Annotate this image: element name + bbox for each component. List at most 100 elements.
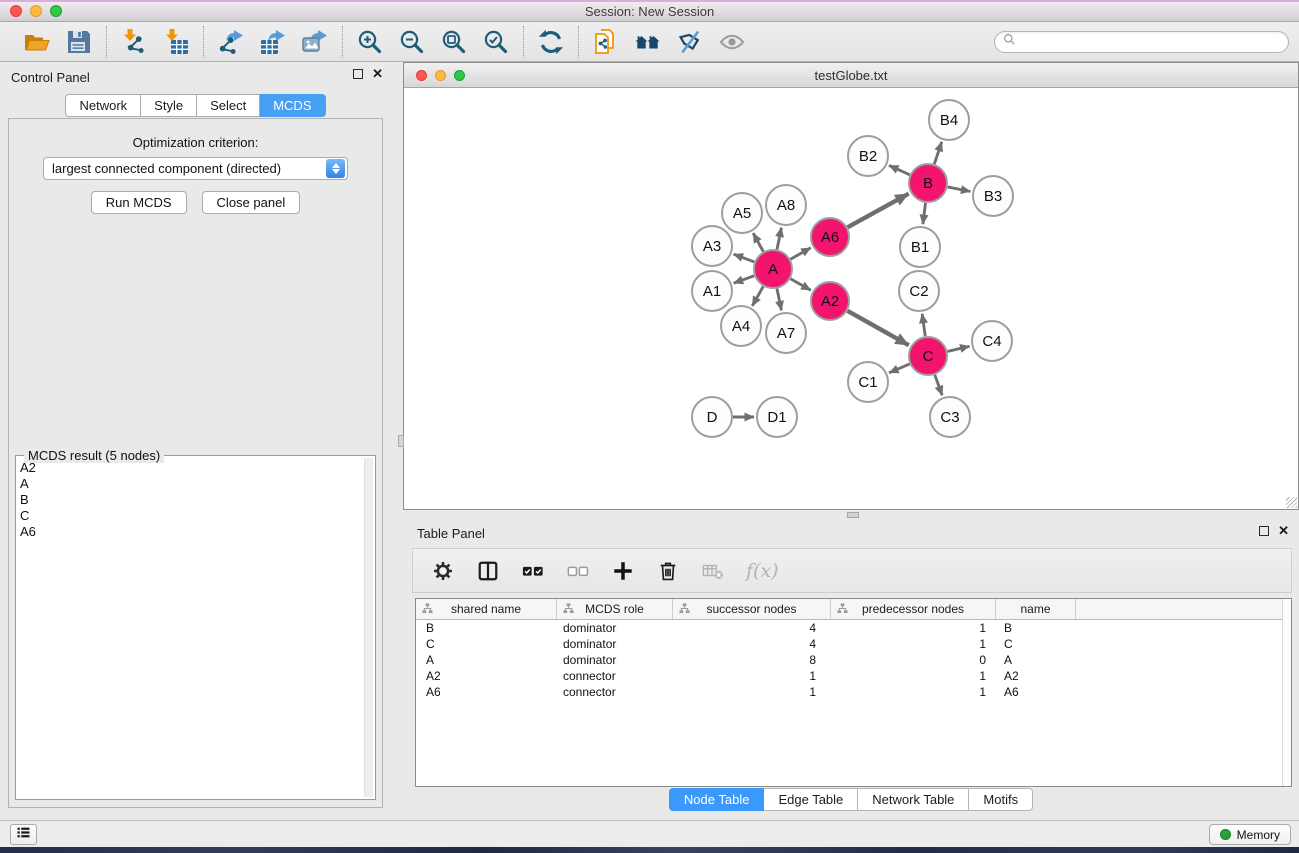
column-layout-icon[interactable] <box>476 559 500 583</box>
graph-edge[interactable] <box>889 165 910 174</box>
graph-node[interactable]: B1 <box>900 227 940 267</box>
table-row[interactable]: A6connector11A6 <box>416 684 1291 700</box>
graph-node[interactable]: A3 <box>692 226 732 266</box>
new-network-from-file-icon[interactable] <box>592 28 620 56</box>
export-image-icon[interactable] <box>301 28 329 56</box>
close-panel-button[interactable]: Close panel <box>202 191 301 214</box>
close-panel-icon[interactable]: ✕ <box>372 69 383 79</box>
cell-mcds_role[interactable]: dominator <box>557 637 673 651</box>
cell-shared_name[interactable]: A6 <box>416 685 557 699</box>
cell-mcds_role[interactable]: connector <box>557 685 673 699</box>
cell-shared_name[interactable]: A <box>416 653 557 667</box>
cell-successor_nodes[interactable]: 4 <box>673 637 831 651</box>
zoom-out-icon[interactable] <box>398 28 426 56</box>
cell-shared_name[interactable]: B <box>416 621 557 635</box>
cell-name[interactable]: A <box>996 653 1076 667</box>
cell-predecessor_nodes[interactable]: 1 <box>831 669 996 683</box>
horizontal-divider[interactable] <box>403 510 1299 520</box>
cell-successor_nodes[interactable]: 8 <box>673 653 831 667</box>
mcds-result-item[interactable]: C <box>20 508 361 524</box>
delete-column-icon[interactable] <box>656 559 680 583</box>
graph-edge[interactable] <box>947 346 969 351</box>
graph-node[interactable]: A4 <box>721 306 761 346</box>
graph-node[interactable]: B <box>909 164 947 202</box>
cell-mcds_role[interactable]: dominator <box>557 621 673 635</box>
cell-name[interactable]: A6 <box>996 685 1076 699</box>
open-file-icon[interactable] <box>23 28 51 56</box>
tab-node-table[interactable]: Node Table <box>669 788 765 811</box>
graph-node[interactable]: C4 <box>972 321 1012 361</box>
graph-edge[interactable] <box>935 375 942 396</box>
cell-mcds_role[interactable]: dominator <box>557 653 673 667</box>
cell-name[interactable]: C <box>996 637 1076 651</box>
divider-grip[interactable] <box>847 512 859 518</box>
tab-motifs[interactable]: Motifs <box>969 788 1033 811</box>
zoom-fit-icon[interactable] <box>440 28 468 56</box>
column-header-predecessor-nodes[interactable]: predecessor nodes <box>831 599 996 619</box>
graph-edge[interactable] <box>777 228 781 250</box>
tab-network-table[interactable]: Network Table <box>858 788 969 811</box>
column-header-MCDS-role[interactable]: MCDS role <box>557 599 673 619</box>
save-session-icon[interactable] <box>65 28 93 56</box>
table-row[interactable]: Cdominator41C <box>416 636 1291 652</box>
network-canvas[interactable]: B4B2BB3A8A5A6A3B1AA1C2A2A4A7C4CC1C3DD1 <box>404 88 1298 509</box>
export-table-icon[interactable] <box>259 28 287 56</box>
graph-node[interactable]: B2 <box>848 136 888 176</box>
graph-edge[interactable] <box>948 187 971 192</box>
graph-node[interactable]: B4 <box>929 100 969 140</box>
table-row[interactable]: Adominator80A <box>416 652 1291 668</box>
select-all-checkboxes-icon[interactable] <box>521 559 545 583</box>
mcds-list-scrollbar[interactable] <box>364 458 373 797</box>
float-table-panel-icon[interactable] <box>1259 526 1269 536</box>
search-input[interactable] <box>1021 35 1280 49</box>
cell-predecessor_nodes[interactable]: 1 <box>831 685 996 699</box>
refresh-network-icon[interactable] <box>537 28 565 56</box>
cell-successor_nodes[interactable]: 4 <box>673 621 831 635</box>
graph-node[interactable]: C3 <box>930 397 970 437</box>
graph-node[interactable]: D <box>692 397 732 437</box>
cell-shared_name[interactable]: C <box>416 637 557 651</box>
graph-edge[interactable] <box>752 286 763 306</box>
mcds-result-item[interactable]: B <box>20 492 361 508</box>
tab-network[interactable]: Network <box>65 94 141 117</box>
tab-mcds[interactable]: MCDS <box>260 94 325 117</box>
float-panel-icon[interactable] <box>353 69 363 79</box>
cell-shared_name[interactable]: A2 <box>416 669 557 683</box>
panel-divider-grip[interactable] <box>398 435 404 447</box>
tab-style[interactable]: Style <box>141 94 197 117</box>
graph-node[interactable]: A6 <box>811 218 849 256</box>
graph-edge[interactable] <box>753 233 763 251</box>
task-history-button[interactable] <box>10 824 37 845</box>
window-resize-grip[interactable] <box>1286 497 1297 508</box>
import-table-icon[interactable] <box>162 28 190 56</box>
network-graph[interactable]: B4B2BB3A8A5A6A3B1AA1C2A2A4A7C4CC1C3DD1 <box>404 88 1298 509</box>
hide-labels-icon[interactable] <box>676 28 704 56</box>
home-view-icon[interactable] <box>634 28 662 56</box>
mcds-result-list[interactable]: A2ABCA6 <box>20 460 361 795</box>
delete-table-icon[interactable] <box>701 559 725 583</box>
graph-node[interactable]: C <box>909 337 947 375</box>
run-mcds-button[interactable]: Run MCDS <box>91 191 187 214</box>
graph-node[interactable]: A5 <box>722 193 762 233</box>
close-table-panel-icon[interactable]: ✕ <box>1278 526 1289 536</box>
cell-predecessor_nodes[interactable]: 1 <box>831 621 996 635</box>
cell-successor_nodes[interactable]: 1 <box>673 685 831 699</box>
column-header-successor-nodes[interactable]: successor nodes <box>673 599 831 619</box>
import-network-icon[interactable] <box>120 28 148 56</box>
graph-edge[interactable] <box>847 311 908 345</box>
deselect-checkboxes-icon[interactable] <box>566 559 590 583</box>
mcds-result-item[interactable]: A2 <box>20 460 361 476</box>
graph-edge[interactable] <box>734 254 755 262</box>
zoom-in-icon[interactable] <box>356 28 384 56</box>
column-header-shared-name[interactable]: shared name <box>416 599 557 619</box>
column-header-name[interactable]: name <box>996 599 1076 619</box>
function-builder-icon[interactable]: f(x) <box>746 559 779 583</box>
cell-mcds_role[interactable]: connector <box>557 669 673 683</box>
graph-node[interactable]: A8 <box>766 185 806 225</box>
cell-successor_nodes[interactable]: 1 <box>673 669 831 683</box>
cell-predecessor_nodes[interactable]: 0 <box>831 653 996 667</box>
graph-edge[interactable] <box>777 289 781 311</box>
mcds-result-item[interactable]: A6 <box>20 524 361 540</box>
graph-edge[interactable] <box>922 314 925 336</box>
cell-name[interactable]: B <box>996 621 1076 635</box>
